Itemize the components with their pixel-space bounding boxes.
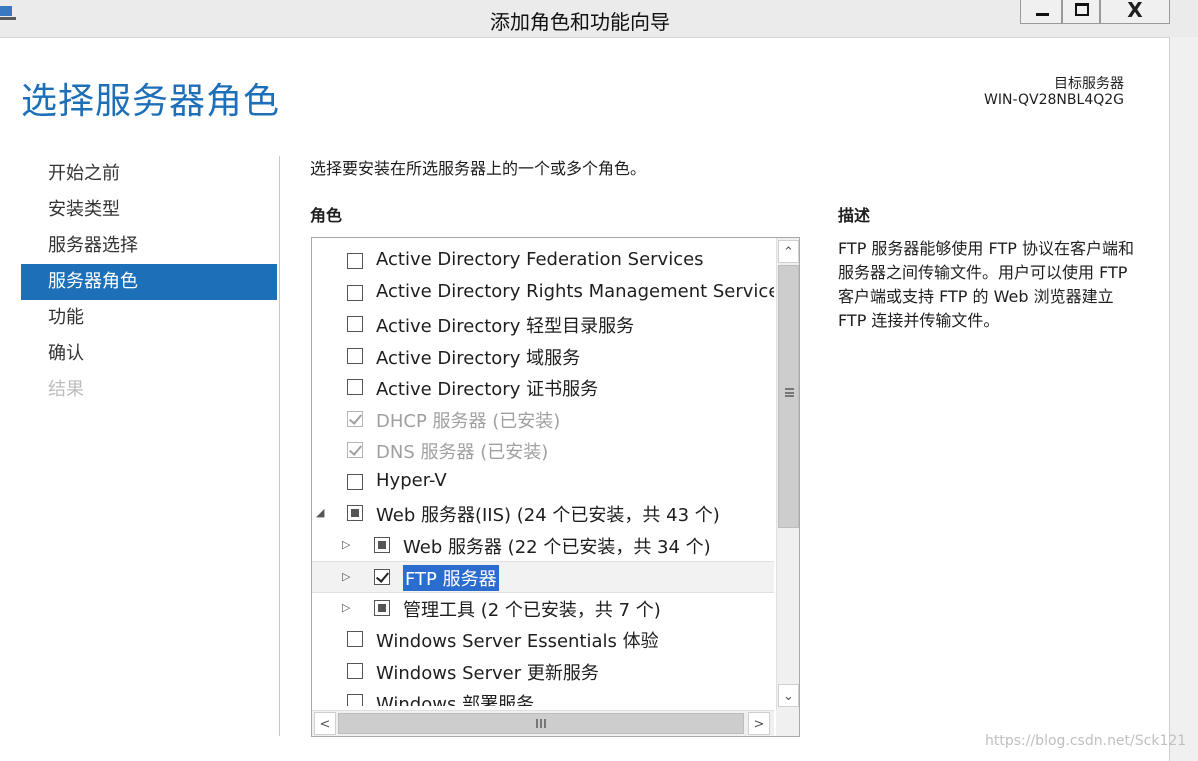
close-icon: X (1127, 0, 1143, 22)
role-checkbox[interactable] (347, 347, 363, 364)
watermark: https://blog.csdn.net/Sck121 (985, 733, 1187, 749)
server-manager-icon (0, 6, 16, 20)
role-checkbox[interactable] (374, 569, 390, 585)
role-checkbox[interactable] (347, 284, 363, 301)
description-text: FTP 服务器能够使用 FTP 协议在客户端和服务器之间传输文件。用户可以使用 … (838, 239, 1134, 330)
role-row[interactable]: Active Directory 轻型目录服务 (312, 309, 774, 341)
scroll-down-icon[interactable]: ⌄ (778, 684, 799, 707)
role-checkbox[interactable] (347, 316, 363, 332)
role-row[interactable]: ▷ FTP 服务器 (312, 561, 774, 593)
role-label: DHCP 服务器 (已安装) (376, 410, 561, 432)
scrollbar-corner (776, 710, 799, 736)
target-server-name: WIN-QV28NBL4Q2G (984, 92, 1124, 108)
scroll-up-icon[interactable]: ⌃ (778, 240, 799, 263)
title-bar: 添加角色和功能向导 X (0, 0, 1198, 38)
description-heading: 描述 (838, 206, 871, 225)
role-row[interactable]: Active Directory 域服务 (312, 341, 774, 373)
role-label: Windows Server 更新服务 (376, 662, 599, 684)
role-label: Web 服务器 (22 个已安装，共 34 个) (403, 536, 711, 558)
role-label: Active Directory Federation Services (376, 249, 704, 270)
nav-item-results: 结果 (48, 379, 84, 400)
expand-arrow-icon[interactable]: ▷ (342, 601, 354, 615)
role-label: Windows Server Essentials 体验 (376, 631, 659, 652)
expand-arrow-icon[interactable]: ▷ (342, 570, 354, 584)
scroll-left-icon[interactable]: < (314, 712, 336, 735)
role-checkbox[interactable] (347, 694, 363, 706)
role-row[interactable]: Active Directory Federation Services (312, 246, 774, 278)
role-row[interactable]: ▷ 管理工具 (2 个已安装，共 7 个) (312, 593, 774, 625)
nav-item-features[interactable]: 功能 (21, 300, 277, 336)
collapse-arrow-icon[interactable]: ◢ (316, 506, 328, 520)
window-title: 添加角色和功能向导 (490, 10, 670, 34)
grip-icon (785, 388, 794, 397)
maximize-button[interactable] (1062, 0, 1100, 24)
horizontal-scroll-thumb[interactable] (338, 713, 744, 734)
role-row[interactable]: Hyper-V (312, 467, 774, 499)
nav-item-confirmation[interactable]: 确认 (21, 336, 277, 372)
role-row[interactable]: Windows Server 更新服务 (312, 656, 774, 688)
role-row[interactable]: DHCP 服务器 (已安装) (312, 404, 774, 436)
role-row[interactable]: Windows 部署服务 (312, 687, 774, 706)
roles-rows: Active Directory Federation Services Acti… (312, 246, 774, 706)
role-label: Active Directory 证书服务 (376, 379, 599, 400)
role-checkbox[interactable] (347, 379, 363, 395)
role-row[interactable]: Active Directory Rights Management Servi… (312, 278, 774, 310)
role-checkbox[interactable] (347, 473, 363, 490)
roles-heading: 角色 (310, 206, 343, 225)
role-row[interactable]: Windows Server Essentials 体验 (312, 624, 774, 656)
nav-item-server-selection[interactable]: 服务器选择 (21, 228, 277, 264)
role-label: Web 服务器(IIS) (24 个已安装，共 43 个) (376, 505, 720, 526)
role-row[interactable]: ◢ Web 服务器(IIS) (24 个已安装，共 43 个) (312, 498, 774, 530)
role-label: Active Directory 轻型目录服务 (376, 316, 635, 337)
expand-arrow-icon[interactable]: ▷ (342, 538, 354, 552)
vertical-scrollbar[interactable]: ⌃ ⌄ (776, 238, 799, 710)
role-checkbox[interactable] (347, 631, 363, 647)
close-button[interactable]: X (1100, 0, 1170, 24)
nav-item-before-you-begin[interactable]: 开始之前 (21, 156, 277, 192)
role-checkbox (347, 442, 363, 458)
nav-item-server-roles[interactable]: 服务器角色 (21, 264, 277, 300)
minimize-button[interactable] (1020, 0, 1062, 24)
page-title: 选择服务器角色 (21, 81, 281, 122)
role-checkbox[interactable] (347, 662, 363, 679)
role-row[interactable]: DNS 服务器 (已安装) (312, 435, 774, 467)
role-label: DNS 服务器 (已安装) (376, 442, 549, 463)
role-row[interactable]: ▷ Web 服务器 (22 个已安装，共 34 个) (312, 530, 774, 562)
role-checkbox[interactable] (347, 253, 363, 269)
role-label: Windows 部署服务 (376, 694, 535, 706)
role-label: FTP 服务器 (403, 565, 499, 591)
role-checkbox (347, 410, 363, 427)
role-checkbox[interactable] (347, 505, 363, 521)
vertical-scroll-thumb[interactable] (778, 265, 799, 528)
scroll-right-icon[interactable]: > (748, 712, 770, 735)
instruction-text: 选择要安装在所选服务器上的一个或多个角色。 (310, 159, 647, 178)
role-label: 管理工具 (2 个已安装，共 7 个) (403, 599, 661, 621)
role-label: Hyper-V (376, 469, 447, 491)
role-label: Active Directory Rights Management Servi… (376, 280, 774, 302)
wizard-nav: 开始之前 安装类型 服务器选择 服务器角色 功能 确认 结果 (21, 156, 277, 408)
role-row[interactable]: Active Directory 证书服务 (312, 372, 774, 404)
roles-list[interactable]: Active Directory Federation Services Acti… (311, 237, 800, 737)
window-edge (1169, 37, 1198, 761)
role-checkbox[interactable] (374, 599, 390, 616)
role-label: Active Directory 域服务 (376, 347, 581, 369)
horizontal-scrollbar[interactable]: < > (312, 710, 774, 736)
nav-divider (279, 156, 280, 736)
target-server-label: 目标服务器 (1054, 76, 1124, 92)
nav-item-installation-type[interactable]: 安装类型 (21, 192, 277, 228)
grip-icon (536, 719, 546, 728)
role-checkbox[interactable] (374, 536, 390, 553)
